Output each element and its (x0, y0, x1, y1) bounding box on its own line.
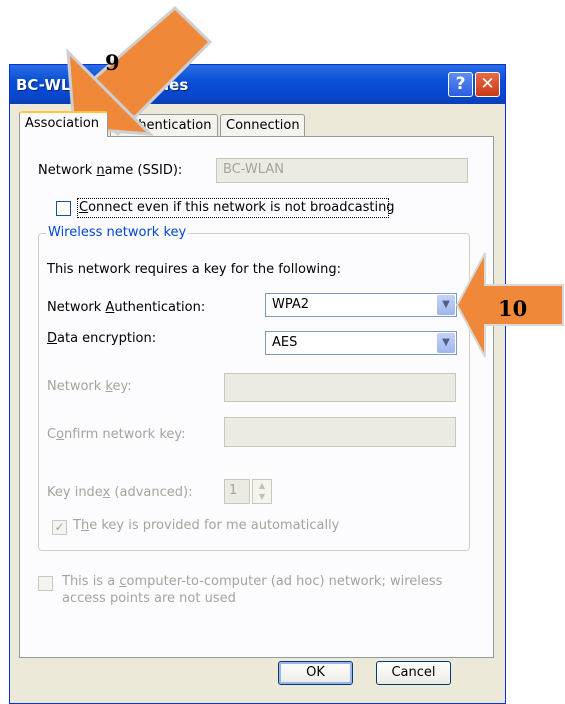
key-index-stepper[interactable]: ▲ ▼ (252, 479, 272, 504)
properties-dialog: BC-WLAN Properties ? ✕ Association Authe… (9, 64, 506, 704)
wireless-key-group-title: Wireless network key (46, 225, 189, 240)
tab-connection-label: Connection (226, 118, 300, 133)
tab-connection[interactable]: Connection (220, 114, 305, 136)
help-button[interactable]: ? (448, 72, 473, 97)
auto-key-label: The key is provided for me automatically (73, 518, 340, 533)
ssid-field[interactable]: BC-WLAN (216, 158, 468, 183)
confirm-network-key-label: Confirm network key: (47, 427, 186, 442)
data-encryption-value: AES (272, 335, 298, 350)
ok-button[interactable]: OK (278, 661, 353, 685)
key-index-label: Key index (advanced): (47, 485, 193, 500)
adhoc-label-line1: This is a computer-to-computer (ad hoc) … (62, 574, 443, 589)
network-authentication-select[interactable]: WPA2 ▼ (265, 293, 457, 317)
ssid-label: Network name (SSID): (38, 163, 183, 178)
connect-hidden-label: Connect even if this network is not broa… (79, 200, 395, 215)
callout-number-9: 9 (105, 50, 120, 75)
chevron-down-icon[interactable]: ▼ (437, 333, 455, 353)
data-encryption-label: Data encryption: (47, 331, 157, 346)
callout-number-10: 10 (498, 296, 528, 321)
close-icon: ✕ (480, 74, 495, 94)
adhoc-checkbox[interactable] (38, 576, 53, 591)
chevron-down-icon[interactable]: ▼ (437, 295, 455, 315)
tab-association-label: Association (25, 116, 100, 131)
close-button[interactable]: ✕ (475, 72, 500, 97)
confirm-network-key-field[interactable] (224, 417, 456, 447)
data-encryption-select[interactable]: AES ▼ (265, 331, 457, 355)
connect-hidden-checkbox[interactable] (56, 201, 71, 216)
network-authentication-value: WPA2 (272, 297, 310, 312)
key-index-field[interactable]: 1 (224, 479, 250, 504)
adhoc-label-line2: access points are not used (62, 591, 236, 606)
network-key-label: Network key: (47, 379, 132, 394)
help-icon: ? (455, 74, 466, 94)
network-authentication-label: Network Authentication: (47, 300, 206, 315)
network-key-field[interactable] (224, 373, 456, 402)
auto-key-checkbox[interactable]: ✓ (52, 520, 67, 535)
cancel-button[interactable]: Cancel (376, 661, 451, 685)
key-intro-text: This network requires a key for the foll… (47, 262, 342, 277)
tab-association[interactable]: Association (19, 111, 108, 137)
